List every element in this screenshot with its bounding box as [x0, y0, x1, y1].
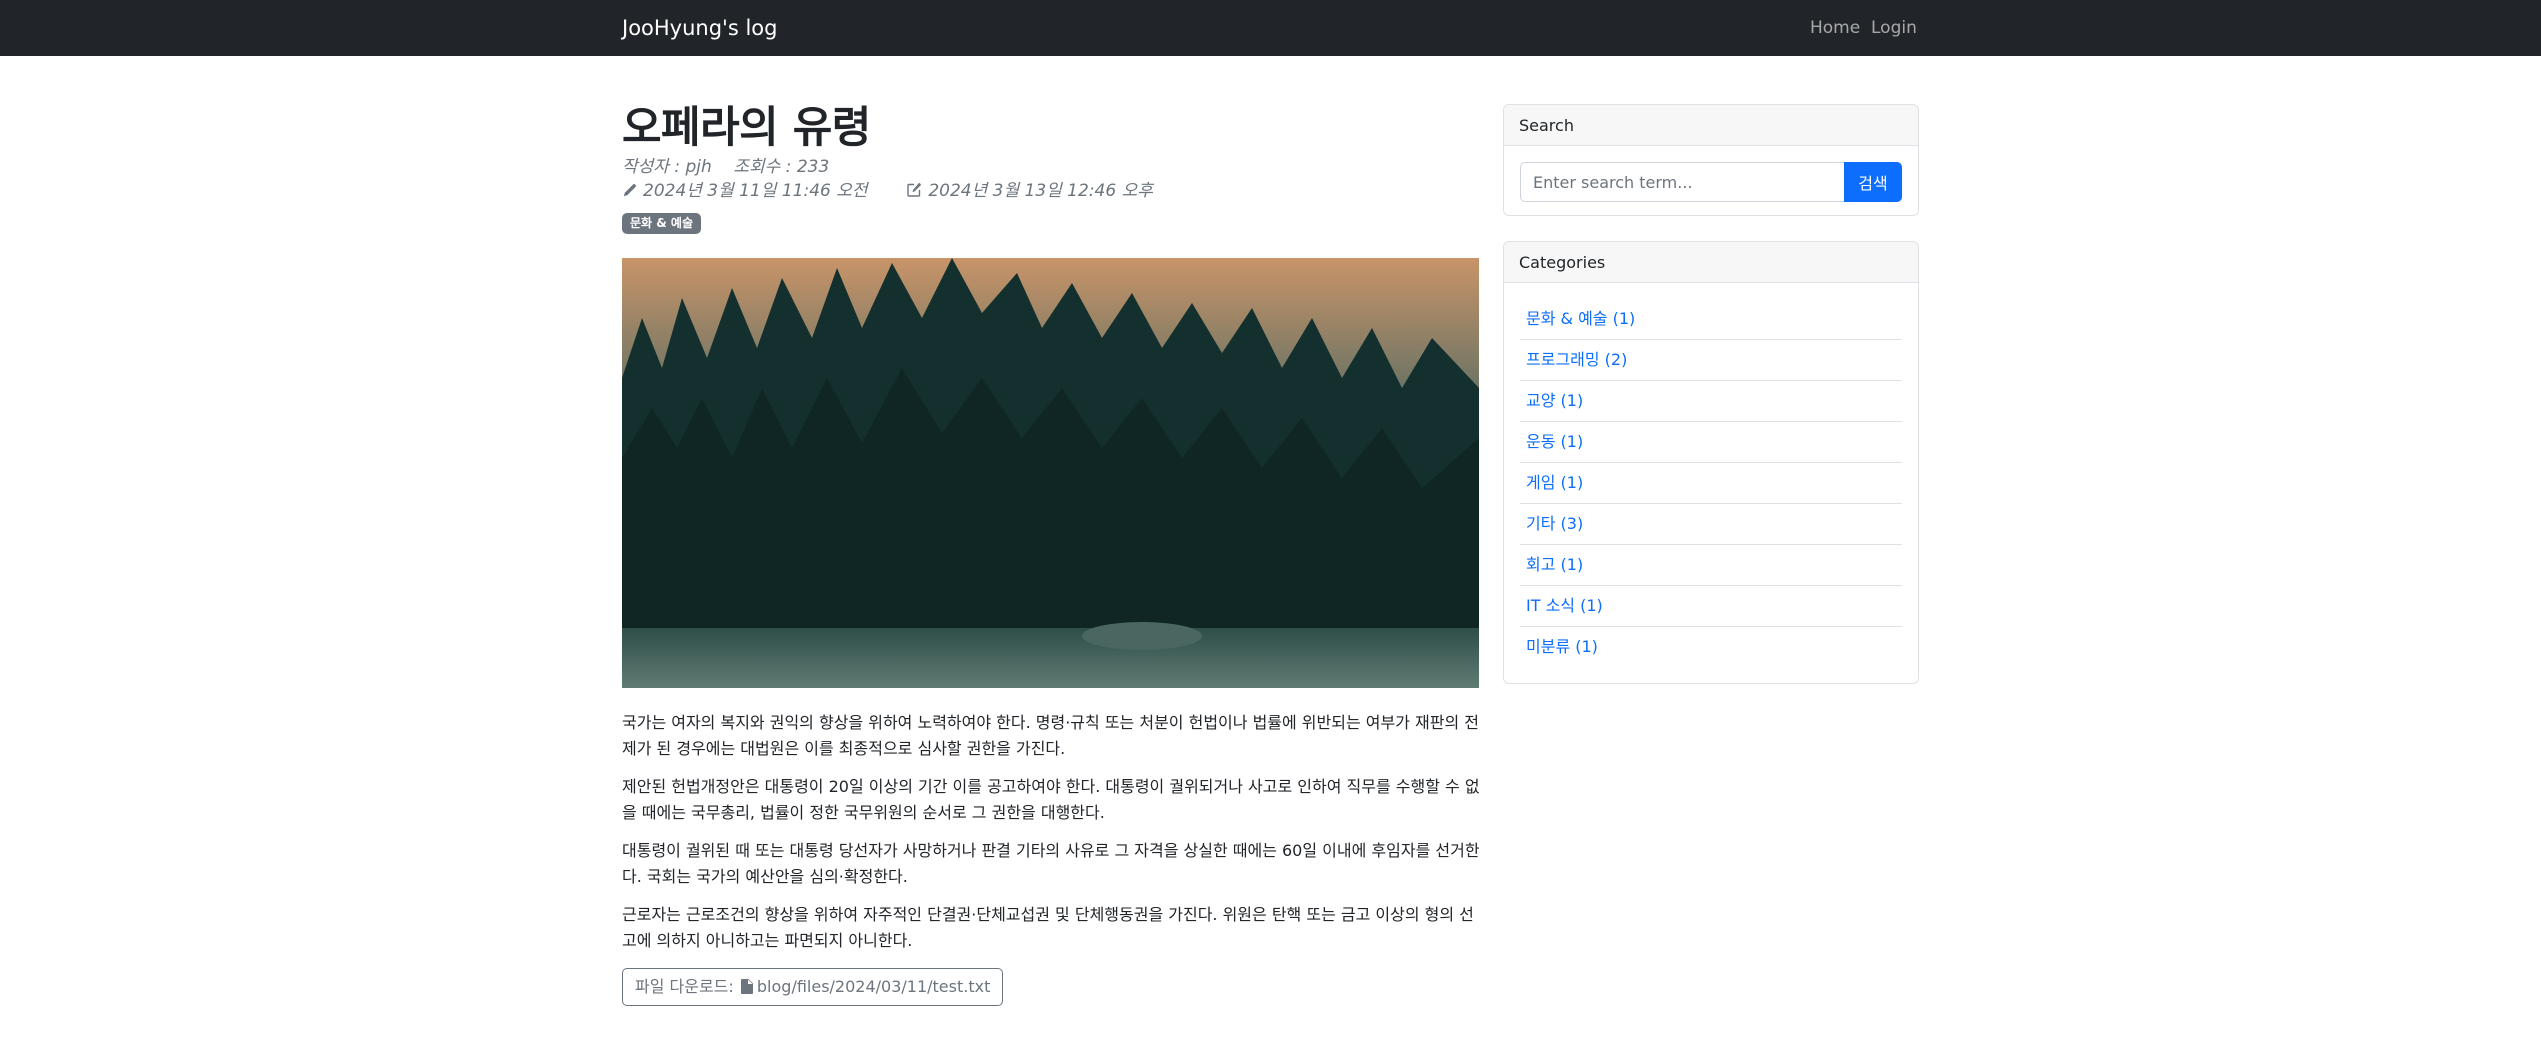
category-link[interactable]: 기타 (3) — [1526, 514, 1583, 533]
list-item: 기타 (3) — [1520, 504, 1902, 545]
search-group: 검색 — [1520, 162, 1902, 202]
list-item: 미분류 (1) — [1520, 627, 1902, 668]
top-navbar: JooHyung's log Home Login — [0, 0, 2541, 56]
search-card: Search 검색 — [1503, 104, 1919, 216]
categories-card: Categories 문화 & 예술 (1) 프로그래밍 (2) 교양 (1) … — [1503, 241, 1919, 684]
edit-square-icon — [906, 182, 922, 204]
post-title: 오페라의 유령 — [622, 103, 871, 153]
search-card-header: Search — [1504, 105, 1918, 146]
search-button[interactable]: 검색 — [1844, 162, 1902, 202]
list-item: IT 소식 (1) — [1520, 586, 1902, 627]
pencil-icon — [622, 182, 637, 204]
category-link[interactable]: 게임 (1) — [1526, 473, 1583, 492]
list-item: 운동 (1) — [1520, 422, 1902, 463]
category-link[interactable]: 운동 (1) — [1526, 432, 1583, 451]
categories-card-header: Categories — [1504, 242, 1918, 283]
category-list: 문화 & 예술 (1) 프로그래밍 (2) 교양 (1) 운동 (1) 게임 (… — [1520, 299, 1902, 668]
file-path: blog/files/2024/03/11/test.txt — [756, 977, 991, 996]
list-item: 문화 & 예술 (1) — [1520, 299, 1902, 340]
category-badge[interactable]: 문화 & 예술 — [622, 213, 701, 234]
file-download-button[interactable]: 파일 다운로드: blog/files/2024/03/11/test.txt — [622, 968, 1004, 1006]
list-item: 게임 (1) — [1520, 463, 1902, 504]
file-download-label: 파일 다운로드: — [635, 977, 734, 996]
category-link[interactable]: 회고 (1) — [1526, 555, 1583, 574]
post-author-views: 작성자 : pjh 조회수 : 233 — [622, 157, 830, 177]
list-item: 프로그래밍 (2) — [1520, 340, 1902, 381]
post-updated-date: 2024년 3월 13일 12:46 오후 — [928, 181, 1153, 201]
category-link[interactable]: 미분류 (1) — [1526, 637, 1598, 656]
category-link[interactable]: IT 소식 (1) — [1526, 596, 1603, 615]
search-input[interactable] — [1520, 162, 1844, 202]
list-item: 교양 (1) — [1520, 381, 1902, 422]
post-image — [622, 258, 1479, 688]
post-paragraph: 국가는 여자의 복지와 권익의 향상을 위하여 노력하여야 한다. 명령·규칙 … — [622, 713, 1479, 758]
post-paragraph: 제안된 헌법개정안은 대통령이 20일 이상의 기간 이를 공고하여야 한다. … — [622, 777, 1480, 822]
post-paragraph: 대통령이 궐위된 때 또는 대통령 당선자가 사망하거나 판결 기타의 사유로 … — [622, 841, 1480, 886]
list-item: 회고 (1) — [1520, 545, 1902, 586]
category-link[interactable]: 교양 (1) — [1526, 391, 1583, 410]
post-dates: 2024년 3월 11일 11:46 오전 2024년 3월 13일 12:46… — [622, 180, 1153, 204]
post-paragraph: 근로자는 근로조건의 향상을 위하여 자주적인 단결권·단체교섭권 및 단체행동… — [622, 905, 1474, 950]
category-link[interactable]: 프로그래밍 (2) — [1526, 350, 1627, 369]
nav-login-link[interactable]: Login — [1871, 16, 1917, 40]
brand-link[interactable]: JooHyung's log — [622, 14, 777, 42]
post-created-date: 2024년 3월 11일 11:46 오전 — [643, 181, 868, 201]
file-icon — [740, 971, 753, 1006]
category-link[interactable]: 문화 & 예술 (1) — [1526, 309, 1635, 328]
nav-home-link[interactable]: Home — [1810, 16, 1860, 40]
